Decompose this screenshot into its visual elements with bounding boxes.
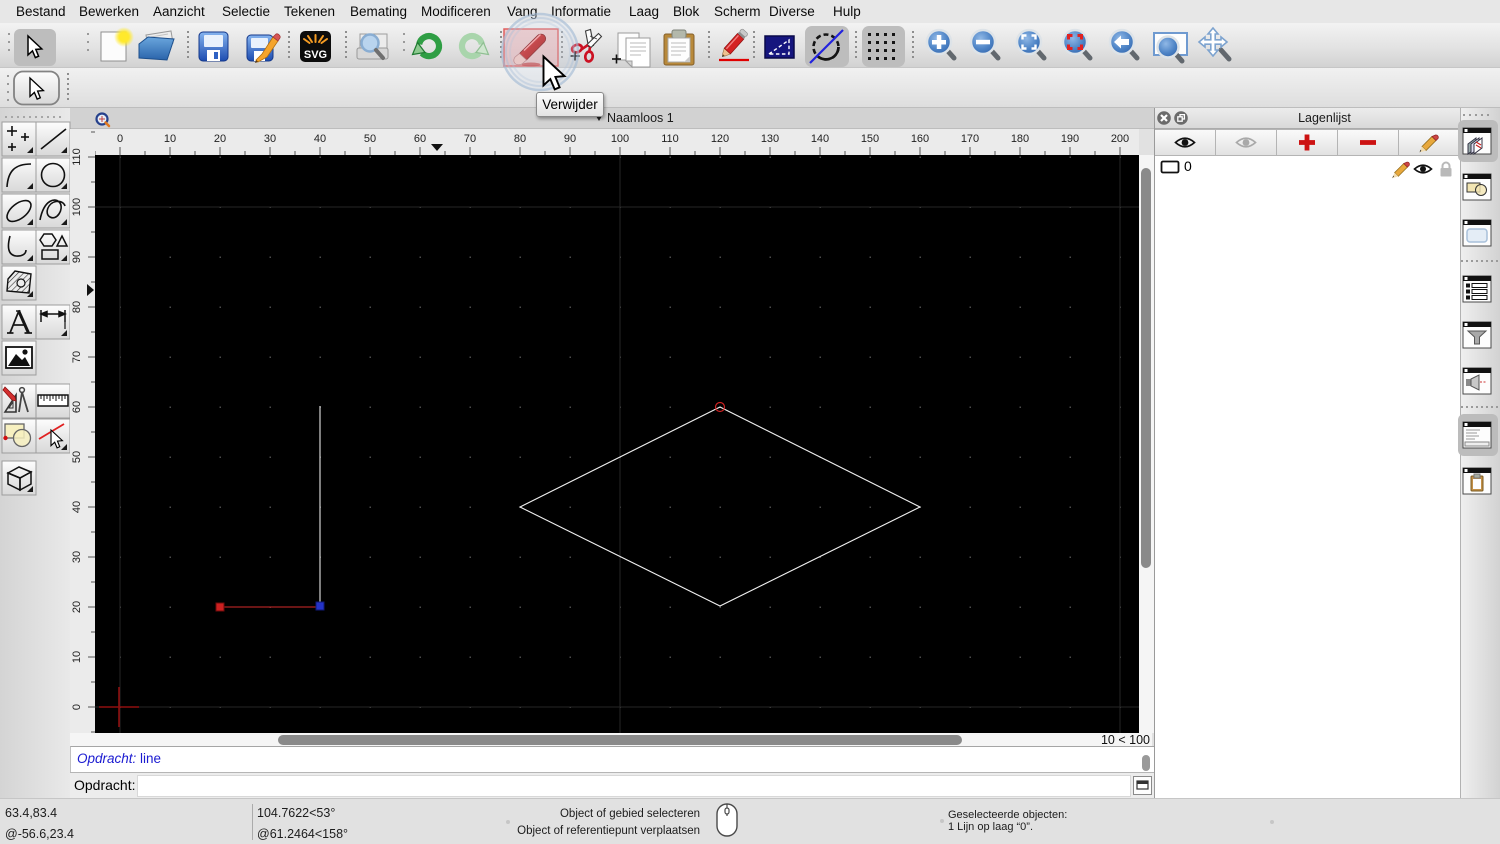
svg-text:90: 90: [564, 133, 576, 145]
svg-text:10: 10: [164, 133, 176, 145]
svg-text:30: 30: [71, 551, 83, 563]
svg-text:180: 180: [1011, 133, 1029, 145]
svg-text:90: 90: [71, 251, 83, 263]
svg-text:200: 200: [1111, 133, 1129, 145]
svg-text:10: 10: [71, 651, 83, 663]
svg-text:0: 0: [117, 133, 123, 145]
svg-text:20: 20: [214, 133, 226, 145]
svg-text:80: 80: [514, 133, 526, 145]
svg-text:60: 60: [414, 133, 426, 145]
svg-text:30: 30: [264, 133, 276, 145]
svg-text:130: 130: [761, 133, 779, 145]
svg-text:100: 100: [71, 198, 83, 216]
svg-text:20: 20: [71, 601, 83, 613]
svg-text:140: 140: [811, 133, 829, 145]
svg-text:170: 170: [961, 133, 979, 145]
svg-text:40: 40: [314, 133, 326, 145]
svg-text:150: 150: [861, 133, 879, 145]
svg-text:120: 120: [711, 133, 729, 145]
svg-text:SVG: SVG: [304, 49, 327, 61]
svg-text:160: 160: [911, 133, 929, 145]
svg-text:0: 0: [71, 704, 83, 710]
svg-text:70: 70: [464, 133, 476, 145]
svg-text:60: 60: [71, 401, 83, 413]
svg-text:50: 50: [364, 133, 376, 145]
svg-text:100: 100: [611, 133, 629, 145]
svg-text:110: 110: [661, 133, 679, 145]
svg-text:190: 190: [1061, 133, 1079, 145]
svg-text:50: 50: [71, 451, 83, 463]
svg-text:70: 70: [71, 351, 83, 363]
svg-text:40: 40: [71, 501, 83, 513]
svg-text:80: 80: [71, 301, 83, 313]
svg-text:110: 110: [71, 148, 83, 166]
